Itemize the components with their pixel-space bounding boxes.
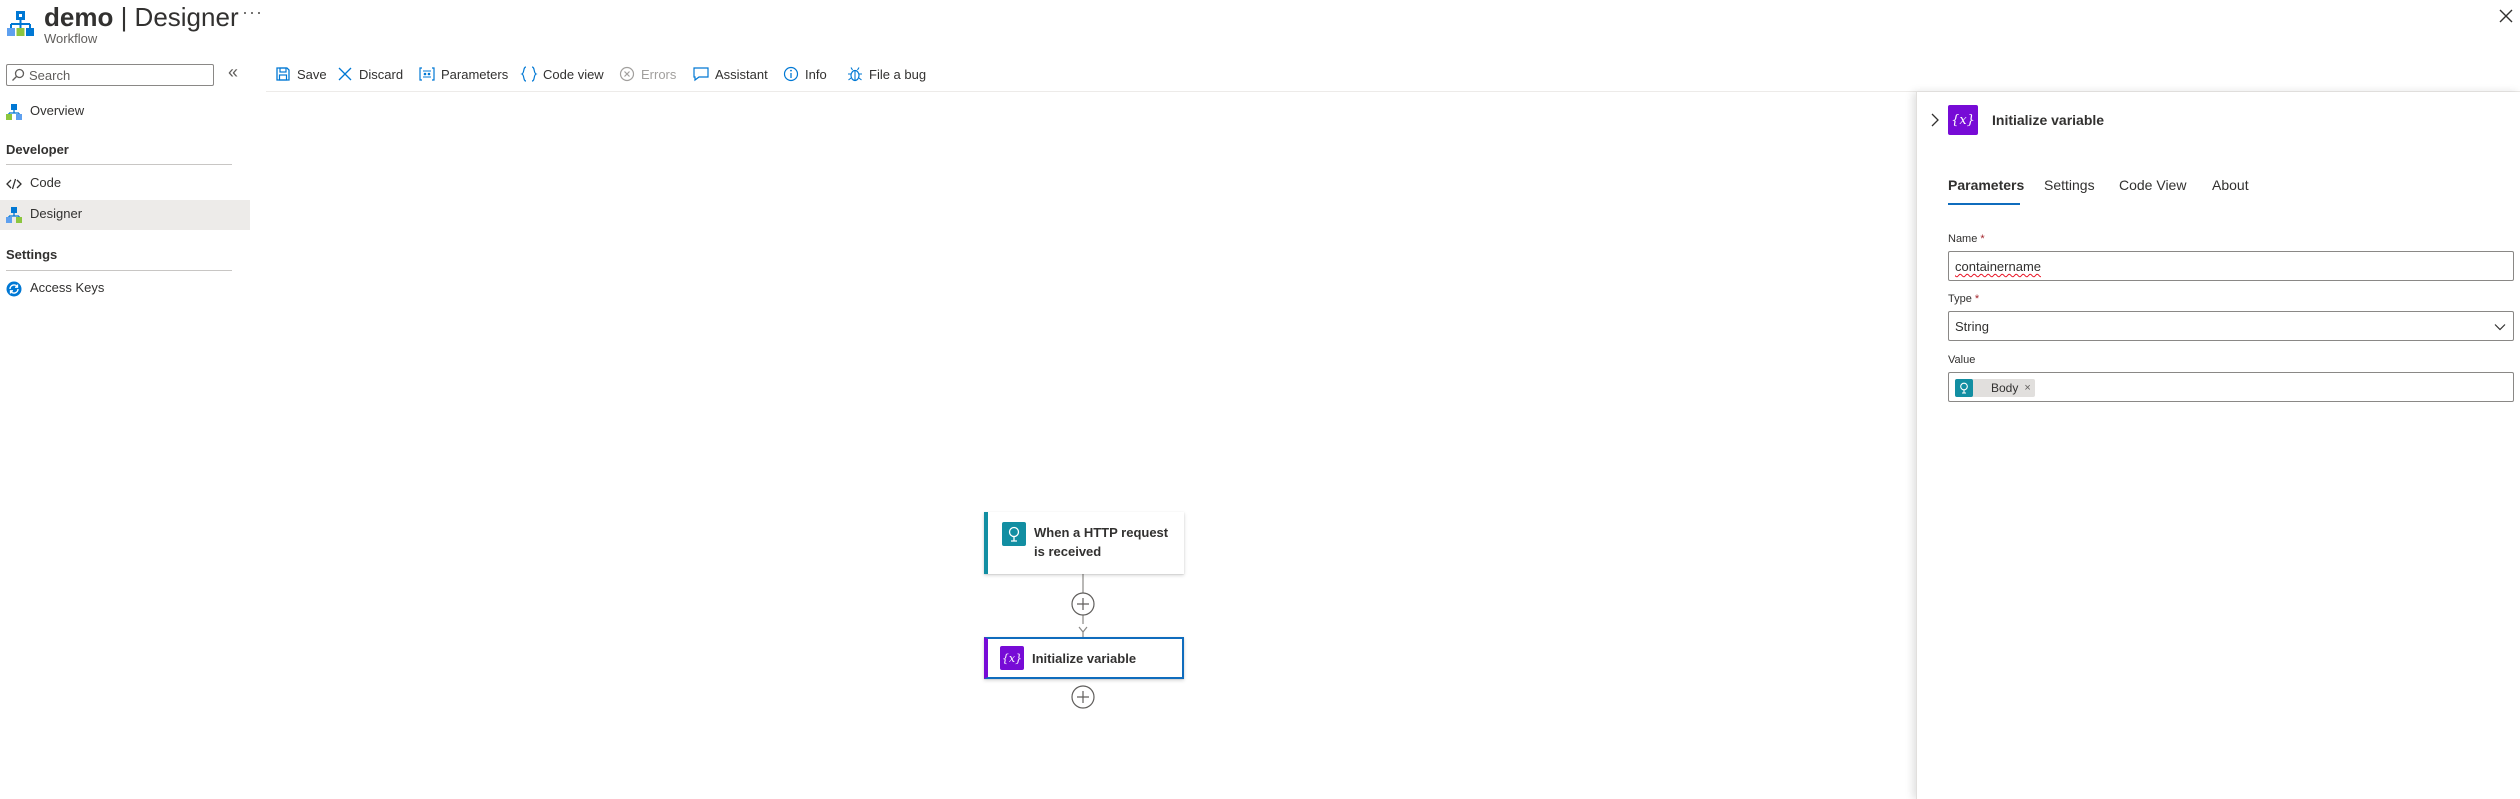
divider bbox=[6, 164, 232, 165]
sidebar-item-label: Access Keys bbox=[30, 280, 105, 295]
value-label: Value bbox=[1948, 354, 1976, 366]
type-value: String bbox=[1955, 319, 1989, 334]
type-label: Type * bbox=[1948, 293, 1980, 305]
error-circle-icon bbox=[618, 65, 636, 83]
more-options-button[interactable]: ··· bbox=[242, 2, 263, 23]
svg-text:{x}: {x} bbox=[1002, 652, 1022, 665]
svg-text:{x}: {x} bbox=[1951, 113, 1975, 128]
sidebar-item-label: Overview bbox=[30, 103, 85, 118]
token-label: Body bbox=[1991, 381, 2019, 395]
info-label: Info bbox=[805, 66, 827, 82]
discard-button[interactable]: Discard bbox=[336, 64, 403, 84]
page-subtitle: Workflow bbox=[44, 31, 98, 46]
sidebar-item-label: Code bbox=[30, 175, 62, 190]
tab-parameters[interactable]: Parameters bbox=[1948, 177, 2024, 193]
save-icon bbox=[274, 65, 292, 83]
info-icon bbox=[782, 65, 800, 83]
code-view-label: Code view bbox=[543, 66, 604, 82]
request-icon bbox=[1955, 379, 1973, 397]
assistant-button[interactable]: Assistant bbox=[692, 64, 768, 84]
add-step-plus-icon[interactable] bbox=[1071, 685, 1095, 709]
designer-canvas[interactable]: When a HTTP request is received {x} Initi… bbox=[252, 92, 1916, 799]
file-bug-button[interactable]: File a bug bbox=[846, 64, 926, 84]
name-field[interactable]: containername bbox=[1948, 251, 2514, 281]
section-settings: Settings bbox=[6, 247, 58, 262]
close-icon[interactable] bbox=[2496, 6, 2516, 26]
value-field[interactable]: Body × bbox=[1948, 372, 2514, 402]
divider bbox=[6, 270, 232, 271]
chat-icon bbox=[692, 65, 710, 83]
parameters-icon bbox=[418, 65, 436, 83]
search-icon bbox=[11, 68, 25, 82]
action-details-panel bbox=[1916, 92, 2520, 799]
name-label: Name * bbox=[1948, 233, 1985, 245]
chevron-right-icon[interactable] bbox=[1928, 111, 1942, 129]
type-dropdown[interactable]: String bbox=[1948, 311, 2514, 341]
page-title: demo | Designer bbox=[44, 2, 239, 32]
action-card-initialize-variable[interactable]: {x} Initialize variable bbox=[984, 637, 1184, 679]
save-button[interactable]: Save bbox=[274, 64, 327, 84]
search-input[interactable] bbox=[29, 66, 209, 84]
tab-settings[interactable]: Settings bbox=[2044, 177, 2095, 193]
errors-button[interactable]: Errors bbox=[618, 64, 676, 84]
tab-code-view[interactable]: Code View bbox=[2119, 177, 2186, 193]
curly-braces-icon bbox=[520, 65, 538, 83]
access-keys-icon bbox=[6, 281, 22, 297]
sidebar-item-overview[interactable]: Overview bbox=[0, 97, 250, 127]
discard-label: Discard bbox=[359, 66, 404, 82]
body-token[interactable]: Body × bbox=[1955, 379, 2035, 397]
code-view-button[interactable]: Code view bbox=[520, 64, 604, 84]
name-value: containername bbox=[1955, 259, 2041, 274]
collapse-sidebar-button[interactable]: « bbox=[228, 62, 238, 83]
code-icon bbox=[6, 176, 22, 192]
errors-label: Errors bbox=[641, 66, 677, 82]
sidebar-item-label: Designer bbox=[30, 206, 83, 221]
parameters-button[interactable]: Parameters bbox=[418, 64, 508, 84]
sidebar-item-designer[interactable]: Designer bbox=[0, 200, 250, 230]
bug-icon bbox=[846, 65, 864, 83]
save-label: Save bbox=[297, 66, 327, 82]
info-button[interactable]: Info bbox=[782, 64, 827, 84]
sidebar-item-code[interactable]: Code bbox=[0, 169, 250, 199]
file-bug-label: File a bug bbox=[869, 66, 927, 82]
trigger-card-http-request[interactable]: When a HTTP request is received bbox=[984, 512, 1184, 574]
selected-tab-indicator bbox=[1948, 203, 2020, 205]
section-developer: Developer bbox=[6, 142, 69, 157]
chevron-down-icon bbox=[2493, 320, 2507, 334]
request-icon bbox=[1002, 522, 1026, 546]
trigger-card-label: When a HTTP request is received bbox=[1034, 525, 1169, 559]
designer-app-icon bbox=[6, 10, 36, 40]
tab-about[interactable]: About bbox=[2212, 177, 2249, 193]
remove-token-icon[interactable]: × bbox=[2024, 382, 2034, 394]
add-step-plus-icon[interactable] bbox=[1071, 592, 1095, 616]
action-card-label: Initialize variable bbox=[1032, 651, 1137, 666]
assistant-label: Assistant bbox=[715, 66, 768, 82]
designer-icon bbox=[6, 207, 22, 223]
discard-icon bbox=[336, 65, 354, 83]
variable-icon: {x} bbox=[1000, 646, 1024, 670]
variable-icon: {x} bbox=[1948, 105, 1978, 135]
overview-icon bbox=[6, 104, 22, 120]
parameters-label: Parameters bbox=[441, 66, 509, 82]
sidebar-item-access-keys[interactable]: Access Keys bbox=[0, 274, 250, 304]
panel-title: Initialize variable bbox=[1992, 112, 2105, 128]
search-box bbox=[6, 64, 214, 86]
